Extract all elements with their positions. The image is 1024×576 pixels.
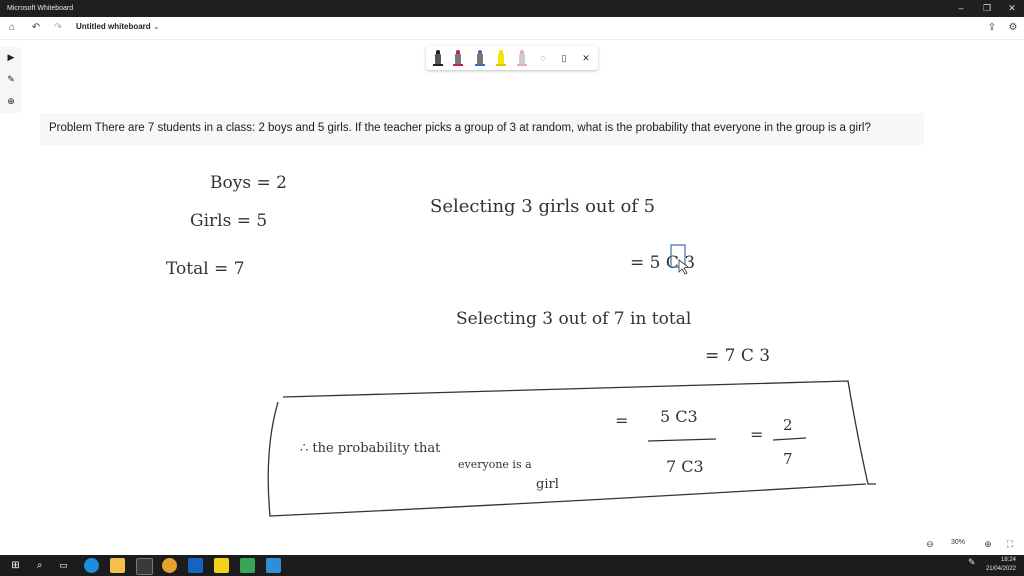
ink-total: Total = 7 (166, 259, 245, 279)
app-toolbar: ⌂ ↶ ↷ Untitled whiteboard ⌄ ⇪ ⚙ (0, 17, 1024, 40)
yellow-highlighter-icon[interactable] (495, 50, 507, 66)
ink-eq-7c3: = 7 C 3 (705, 346, 770, 366)
close-tray-icon[interactable]: ✕ (579, 50, 593, 66)
ink-frac-denominator: 7 C3 (666, 457, 704, 476)
window-title: Microsoft Whiteboard (7, 5, 74, 12)
settings-gear-icon[interactable]: ⚙ (1005, 20, 1021, 36)
pen-tray: ◌ ▯ ✕ (426, 46, 598, 70)
document-title-text: Untitled whiteboard (76, 22, 151, 31)
outlook-icon[interactable] (188, 558, 203, 573)
restore-icon[interactable]: ❐ (974, 0, 1000, 17)
network-icon[interactable]: ✎ (968, 557, 976, 568)
black-pen-icon[interactable] (432, 50, 444, 66)
inking-pen-icon[interactable]: ✎ (3, 71, 19, 87)
zoom-in-icon[interactable]: ⊕ (980, 536, 996, 552)
chrome-icon[interactable] (162, 558, 177, 573)
zoom-controls: ⊖ 30% ⊕ ⛶ (918, 534, 1024, 554)
redo-icon[interactable]: ↷ (50, 20, 66, 36)
document-title[interactable]: Untitled whiteboard ⌄ (76, 22, 160, 31)
store-icon[interactable] (136, 558, 153, 575)
fit-to-screen-icon[interactable]: ⛶ (1002, 536, 1018, 552)
ink-eq-sign-1: = (615, 411, 628, 430)
ink-frac-numerator: 5 C3 (660, 407, 698, 426)
ink-prob-line3: girl (536, 477, 559, 492)
lasso-select-icon[interactable]: ◌ (536, 50, 550, 66)
whiteboard-app-icon[interactable] (266, 558, 281, 573)
sticky-notes-icon[interactable] (214, 558, 229, 573)
ink-selecting-girls: Selecting 3 girls out of 5 (430, 196, 655, 217)
select-pointer-icon[interactable]: ▶ (3, 49, 19, 65)
app-green-icon[interactable] (240, 558, 255, 573)
ink-eq-sign-2: = (750, 425, 763, 444)
chevron-down-icon: ⌄ (152, 22, 160, 31)
ink-selecting-total: Selecting 3 out of 7 in total (456, 309, 691, 329)
share-icon[interactable]: ⇪ (984, 20, 1000, 36)
file-explorer-icon[interactable] (110, 558, 125, 573)
add-content-icon[interactable]: ⊕ (3, 93, 19, 109)
problem-text: Problem There are 7 students in a class:… (49, 122, 871, 134)
ink-frac-bar (647, 438, 717, 442)
pink-highlighter-icon[interactable] (516, 50, 528, 66)
start-windows-icon[interactable]: ⊞ (8, 558, 23, 573)
minimize-icon[interactable]: – (948, 0, 974, 17)
ink-canvas[interactable]: Boys = 2 Girls = 5 Total = 7 Selecting 3… (0, 150, 1024, 530)
left-tool-rail: ▶ ✎ ⊕ (0, 47, 22, 113)
ink-prob-line1: ∴ the probability that (300, 441, 441, 456)
ink-boys: Boys = 2 (210, 173, 287, 193)
ink-result-numerator: 2 (783, 416, 793, 434)
red-pen-icon[interactable] (452, 50, 464, 66)
ink-prob-line2: everyone is a (458, 458, 532, 471)
ink-result-denominator: 7 (783, 450, 793, 468)
task-view-icon[interactable]: ▭ (56, 558, 71, 573)
window-titlebar: Microsoft Whiteboard – ❐ ✕ (0, 0, 1024, 17)
edge-browser-icon[interactable] (84, 558, 99, 573)
zoom-level[interactable]: 30% (951, 539, 965, 546)
undo-icon[interactable]: ↶ (28, 20, 44, 36)
clock-date[interactable]: 21/04/2022 (980, 566, 1016, 572)
clock-time[interactable]: 18:24 (990, 557, 1016, 563)
ruler-icon[interactable]: ▯ (557, 50, 571, 66)
ink-girls: Girls = 5 (190, 211, 267, 231)
taskbar: ⊞ ⌕ ▭ ✎ 18:24 21/04/2022 (0, 555, 1024, 576)
zoom-out-icon[interactable]: ⊖ (922, 536, 938, 552)
problem-card[interactable]: Problem There are 7 students in a class:… (40, 113, 924, 145)
blue-pen-icon[interactable] (474, 50, 486, 66)
home-icon[interactable]: ⌂ (4, 20, 20, 36)
ink-result-bar (772, 437, 807, 441)
close-window-icon[interactable]: ✕ (999, 0, 1024, 17)
search-icon[interactable]: ⌕ (32, 558, 47, 573)
